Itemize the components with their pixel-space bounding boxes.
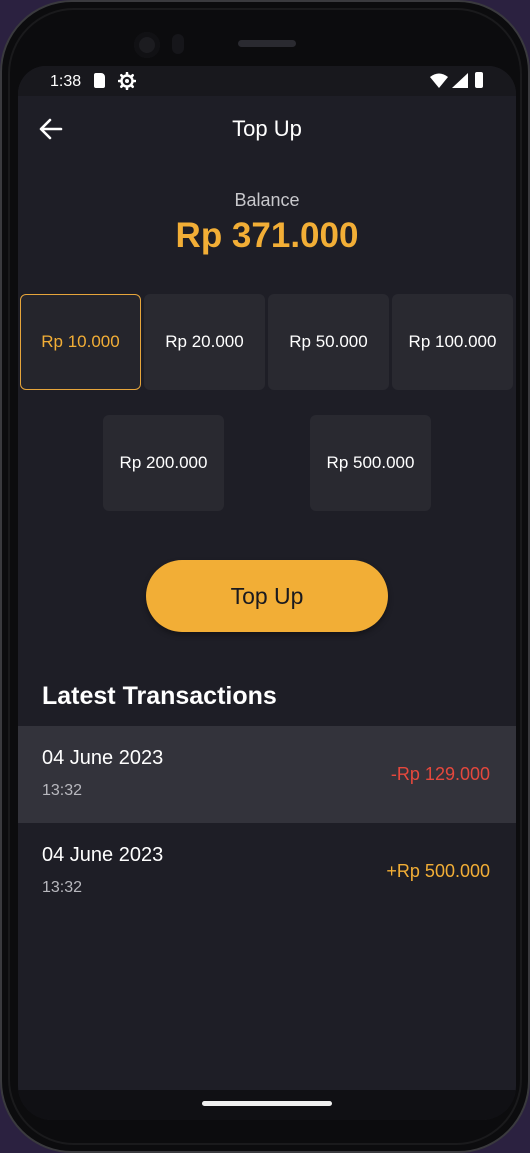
transaction-amount: -Rp 129.000 bbox=[390, 764, 490, 784]
amount-option-10000[interactable]: Rp 10.000 bbox=[20, 294, 141, 390]
earpiece-speaker bbox=[238, 40, 296, 47]
amount-option-50000[interactable]: Rp 50.000 bbox=[268, 294, 389, 390]
wifi-icon bbox=[430, 73, 448, 93]
transaction-row[interactable]: 04 June 2023 13:32 +Rp 500.000 bbox=[18, 823, 516, 920]
balance-value: Rp 371.000 bbox=[175, 216, 359, 255]
amount-option-200000[interactable]: Rp 200.000 bbox=[103, 415, 224, 511]
status-time: 1:38 bbox=[50, 73, 82, 90]
amount-option-20000[interactable]: Rp 20.000 bbox=[144, 294, 265, 390]
transaction-row[interactable]: 04 June 2023 13:32 -Rp 129.000 bbox=[18, 726, 516, 823]
status-bar: 1:38 bbox=[18, 66, 516, 96]
camera-sensor bbox=[172, 34, 184, 54]
home-indicator[interactable] bbox=[202, 1101, 332, 1106]
page-title: Top Up bbox=[232, 116, 302, 141]
amount-option-500000[interactable]: Rp 500.000 bbox=[310, 415, 431, 511]
transaction-date: 04 June 2023 bbox=[42, 844, 164, 866]
screen: 1:38 Top Up Balance Rp 371.000 Rp 10.000… bbox=[18, 66, 516, 1120]
transaction-time: 13:32 bbox=[42, 879, 83, 896]
phone-frame: 1:38 Top Up Balance Rp 371.000 Rp 10.000… bbox=[0, 0, 530, 1153]
app-bar: Top Up bbox=[18, 96, 516, 162]
gear-icon bbox=[117, 71, 137, 95]
battery-icon bbox=[475, 72, 483, 88]
balance-label: Balance bbox=[234, 190, 300, 210]
amount-option-100000[interactable]: Rp 100.000 bbox=[392, 294, 513, 390]
transaction-date: 04 June 2023 bbox=[42, 747, 164, 769]
front-camera bbox=[134, 32, 160, 58]
top-up-button[interactable]: Top Up bbox=[146, 560, 388, 632]
transaction-time: 13:32 bbox=[42, 782, 83, 799]
transaction-amount: +Rp 500.000 bbox=[386, 861, 490, 881]
sd-card-icon bbox=[94, 73, 105, 88]
signal-icon bbox=[452, 73, 468, 93]
latest-transactions-title: Latest Transactions bbox=[42, 682, 277, 710]
